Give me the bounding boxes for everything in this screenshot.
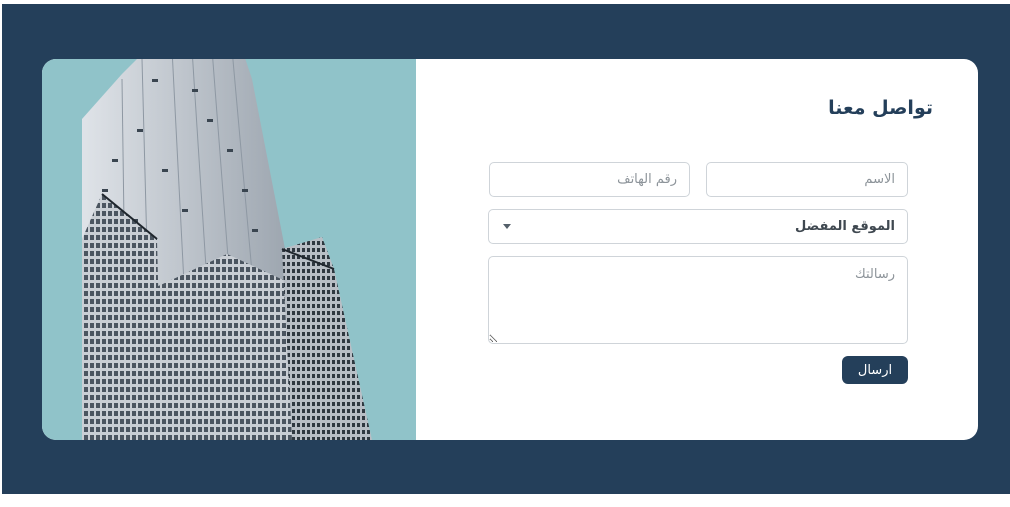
- submit-button[interactable]: ارسال: [842, 356, 908, 384]
- contact-form: تواصل معنا الموقع المفضل ارسال: [416, 59, 978, 440]
- phone-input[interactable]: [489, 162, 690, 197]
- message-textarea[interactable]: [488, 256, 908, 344]
- location-select[interactable]: الموقع المفضل: [488, 209, 908, 244]
- building-illustration: [82, 59, 372, 440]
- page-background: تواصل معنا الموقع المفضل ارسال: [2, 4, 1010, 494]
- name-input[interactable]: [706, 162, 908, 197]
- location-select-value: الموقع المفضل: [795, 219, 895, 234]
- building-photo: [42, 59, 416, 440]
- contact-card: تواصل معنا الموقع المفضل ارسال: [42, 59, 978, 440]
- form-title: تواصل معنا: [828, 97, 933, 119]
- caret-down-icon: [503, 224, 511, 229]
